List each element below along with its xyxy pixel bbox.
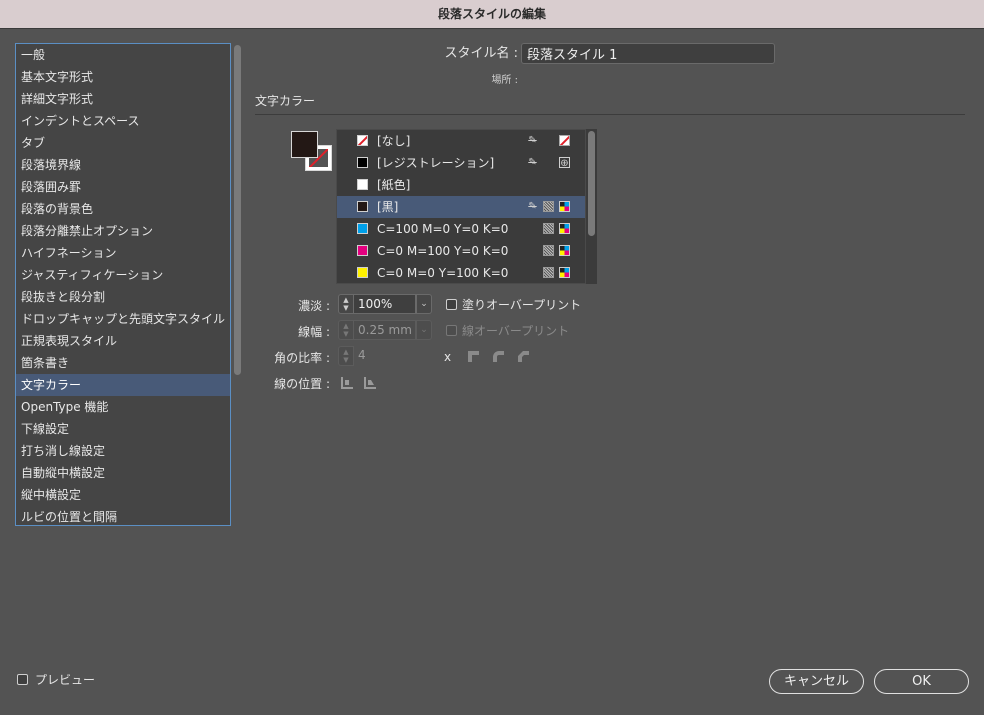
cmyk-mode-icon xyxy=(559,223,570,234)
stroke-weight-stepper[interactable]: ▲ ▼ xyxy=(338,320,354,340)
non-editable-icon: ✎ xyxy=(528,201,537,212)
cmyk-mode-icon xyxy=(559,245,570,256)
preview-checkbox[interactable] xyxy=(17,674,28,685)
sidebar-item[interactable]: タブ xyxy=(16,132,230,154)
sidebar-item[interactable]: 段落分離禁止オプション xyxy=(16,220,230,242)
swatch-row[interactable]: C=0 M=100 Y=0 K=0 xyxy=(337,240,585,262)
swatch-row[interactable]: [黒] ✎ xyxy=(337,196,585,218)
overprint-fill-label: 塗りオーバープリント xyxy=(462,298,582,312)
stroke-weight-dropdown-chevron-icon[interactable]: ⌄ xyxy=(416,320,432,340)
swatch-name: C=0 M=0 Y=100 K=0 xyxy=(377,266,509,280)
none-type-icon xyxy=(559,135,570,146)
sidebar-item[interactable]: インデントとスペース xyxy=(16,110,230,132)
cmyk-mode-icon xyxy=(559,267,570,278)
bevel-join-icon[interactable] xyxy=(517,350,530,363)
scrollbar-thumb[interactable] xyxy=(588,131,595,236)
swatch-row[interactable]: C=0 M=0 Y=100 K=0 xyxy=(337,262,585,283)
overprint-stroke-checkbox[interactable] xyxy=(446,325,457,336)
miter-limit-stepper[interactable]: ▲ ▼ xyxy=(338,346,354,366)
sidebar-item[interactable]: 箇条書き xyxy=(16,352,230,374)
swatch-list[interactable]: [なし] ✎ [レジストレーション] ✎ ⊕ [紙色] [黒] ✎ C=100 M=0 Y=0 … xyxy=(336,129,586,284)
process-color-icon xyxy=(543,201,554,212)
stroke-position-label: 線の位置 : xyxy=(274,377,330,391)
category-list-scrollbar[interactable] xyxy=(233,43,242,526)
sidebar-item[interactable]: 文字カラー xyxy=(16,374,230,396)
ok-button[interactable]: OK xyxy=(874,669,969,694)
sidebar-item[interactable]: 段落の背景色 xyxy=(16,198,230,220)
tint-input[interactable]: 100% xyxy=(354,294,416,314)
miter-limit-label: 角の比率 : xyxy=(274,351,330,365)
overprint-fill-checkbox[interactable] xyxy=(446,299,457,310)
sidebar-item[interactable]: 自動縦中横設定 xyxy=(16,462,230,484)
sidebar-item[interactable]: ハイフネーション xyxy=(16,242,230,264)
tint-stepper[interactable]: ▲ ▼ xyxy=(338,294,354,314)
swatch-color-chip xyxy=(357,135,368,146)
tint-dropdown-chevron-icon[interactable]: ⌄ xyxy=(416,294,432,314)
swatch-name: [レジストレーション] xyxy=(377,156,495,170)
sidebar-item[interactable]: 基本文字形式 xyxy=(16,66,230,88)
preview-label: プレビュー xyxy=(35,673,96,687)
sidebar-item[interactable]: 段落囲み罫 xyxy=(16,176,230,198)
swatch-color-chip xyxy=(357,267,368,278)
stroke-weight-label: 線幅 : xyxy=(298,325,330,339)
sidebar-item[interactable]: 段落境界線 xyxy=(16,154,230,176)
stroke-weight-input[interactable]: 0.25 mm xyxy=(354,320,416,340)
stroke-align-inside-icon[interactable] xyxy=(364,376,377,389)
overprint-stroke-label: 線オーバープリント xyxy=(462,324,570,338)
section-divider xyxy=(255,114,965,115)
cancel-button[interactable]: キャンセル xyxy=(769,669,864,694)
category-list[interactable]: 一般 基本文字形式 詳細文字形式 インデントとスペース タブ 段落境界線 段落囲み罫 段落の背… xyxy=(15,43,231,526)
sidebar-item[interactable]: ドロップキャップと先頭文字スタイル xyxy=(16,308,230,330)
fill-swatch-icon[interactable] xyxy=(291,131,318,158)
scrollbar-thumb[interactable] xyxy=(234,45,241,375)
sidebar-item[interactable]: 正規表現スタイル xyxy=(16,330,230,352)
swatch-list-scrollbar[interactable] xyxy=(586,129,597,284)
sidebar-item[interactable]: ルビの位置と間隔 xyxy=(16,506,230,525)
swatch-row[interactable]: [なし] ✎ xyxy=(337,130,585,152)
sidebar-item[interactable]: 下線設定 xyxy=(16,418,230,440)
swatch-row[interactable]: [紙色] xyxy=(337,174,585,196)
sidebar-item[interactable]: 打ち消し線設定 xyxy=(16,440,230,462)
sidebar-item[interactable]: 一般 xyxy=(16,44,230,66)
location-label: 場所 : xyxy=(491,75,518,86)
swatch-color-chip xyxy=(357,245,368,256)
section-title: 文字カラー xyxy=(255,94,316,108)
swatch-color-chip xyxy=(357,157,368,168)
process-color-icon xyxy=(543,223,554,234)
style-name-label: スタイル名 : xyxy=(444,46,518,61)
non-editable-icon: ✎ xyxy=(528,135,537,146)
style-name-input[interactable] xyxy=(521,43,775,64)
tint-label: 濃淡 : xyxy=(298,299,330,313)
cmyk-mode-icon xyxy=(559,201,570,212)
sidebar-item[interactable]: 詳細文字形式 xyxy=(16,88,230,110)
miter-suffix: x xyxy=(444,350,452,364)
non-editable-icon: ✎ xyxy=(528,157,537,168)
miter-join-icon[interactable] xyxy=(467,350,480,363)
sidebar-item[interactable]: 縦中横設定 xyxy=(16,484,230,506)
swatch-name: [紙色] xyxy=(377,178,411,192)
round-join-icon[interactable] xyxy=(492,350,505,363)
swatch-name: C=100 M=0 Y=0 K=0 xyxy=(377,222,509,236)
process-color-icon xyxy=(543,245,554,256)
swatch-name: [なし] xyxy=(377,134,411,148)
swatch-row[interactable]: C=100 M=0 Y=0 K=0 xyxy=(337,218,585,240)
swatch-color-chip xyxy=(357,201,368,212)
stroke-align-center-icon[interactable] xyxy=(341,376,354,389)
swatch-color-chip xyxy=(357,223,368,234)
swatch-name: C=0 M=100 Y=0 K=0 xyxy=(377,244,509,258)
swatch-color-chip xyxy=(357,179,368,190)
miter-limit-input[interactable]: 4 xyxy=(354,346,432,366)
swatch-row[interactable]: [レジストレーション] ✎ ⊕ xyxy=(337,152,585,174)
process-color-icon xyxy=(543,267,554,278)
sidebar-item[interactable]: 段抜きと段分割 xyxy=(16,286,230,308)
sidebar-item[interactable]: ジャスティフィケーション xyxy=(16,264,230,286)
registration-icon: ⊕ xyxy=(559,157,570,169)
swatch-name: [黒] xyxy=(377,200,399,214)
sidebar-item[interactable]: OpenType 機能 xyxy=(16,396,230,418)
dialog-title: 段落スタイルの編集 xyxy=(0,0,984,29)
